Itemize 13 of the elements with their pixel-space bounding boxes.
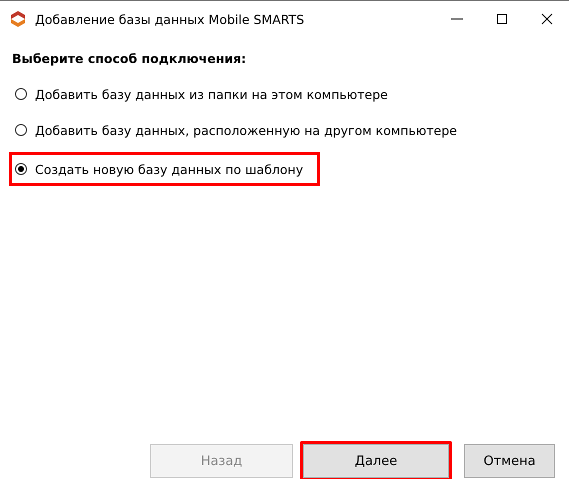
radio-button[interactable] [15,88,27,100]
dialog-button[interactable]: Отмена [464,444,555,478]
app-logo-icon [9,10,27,28]
close-icon[interactable] [540,13,552,25]
radio-label: Добавить базу данных, расположенную на другом компьютере [35,122,457,138]
heading: Выберите способ подключения: [12,51,248,66]
dialog-button[interactable]: Далее [303,444,449,478]
maximize-icon[interactable] [496,13,508,25]
window-title: Добавление базы данных Mobile SMARTS [35,12,306,26]
radio-button[interactable] [15,163,27,175]
radio-label: Создать новую базу данных по шаблону [35,162,304,176]
radio-button[interactable] [15,124,27,136]
radio-label: Добавить базу данных из папки на этом компьютере [35,86,388,102]
